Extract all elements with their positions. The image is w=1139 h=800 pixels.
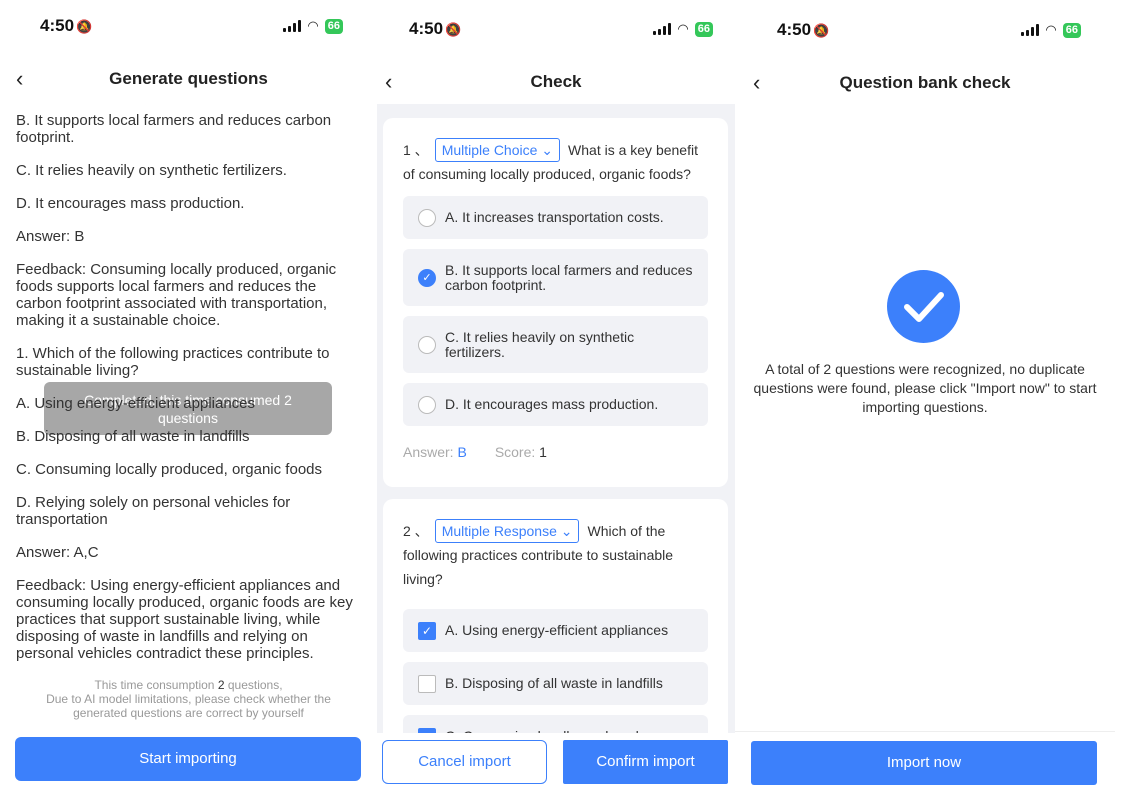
question-bank-check-screen: 4:50 🔕 ◠ 66 ‹ Question bank check A total … [735,0,1115,800]
text-line: B. It supports local farmers and reduces… [16,112,332,146]
text-line: C. It relies heavily on synthetic fertil… [16,162,287,179]
chevron-down-icon: ⌄ [560,523,573,539]
success-check-icon [887,270,960,343]
signal-icon [1021,24,1040,36]
status-bar: 4:50 🔕 ◠ 66 [377,19,735,43]
result-message: A total of 2 questions were recognized, … [753,361,1097,415]
page-title: Question bank check [839,73,1011,92]
nav-bar: ‹ Generate questions [0,62,377,96]
back-chevron-icon[interactable]: ‹ [16,62,23,96]
radio-icon[interactable] [418,208,436,227]
confirm-import-button[interactable]: Confirm import [563,740,728,784]
check-screen: 4:50 🔕 ◠ 66 ‹ Check 1 、 Multiple Choice ⌄ Wh… [377,0,735,800]
wifi-icon: ◠ [307,18,319,33]
question-type-select[interactable]: Multiple Choice ⌄ [434,138,561,162]
import-now-button[interactable]: Import now [751,741,1097,785]
status-bar: 4:50 🔕 ◠ 66 [0,16,377,40]
text-line: 1. Which of the following practices cont… [16,345,330,379]
option-b[interactable]: ✓ B. It supports local farmers and reduce… [403,249,708,306]
start-importing-button[interactable]: Start importing [15,737,361,781]
text-line: Feedback: Consuming locally produced, or… [16,261,337,329]
generate-questions-screen: 4:50 🔕 ◠ 66 ‹ Generate questions B. It sup… [0,0,377,800]
text-line: C. Consuming locally produced, organic f… [16,461,322,478]
wifi-icon: ◠ [1045,22,1057,37]
text-line: A. Using energy-efficient appliances [16,395,256,412]
clock: 4:50 [40,16,75,35]
question-card-1: 1 、 Multiple Choice ⌄ What is a key benefi… [383,118,728,487]
text-line: D. Relying solely on personal vehicles f… [16,494,291,528]
option-b[interactable]: B. Disposing of all waste in landfills [403,662,708,705]
radio-icon[interactable] [418,335,436,354]
battery-icon: 66 [324,18,343,34]
generated-text: B. It supports local farmers and reduces… [16,112,363,678]
option-a[interactable]: ✓ A. Using energy-efficient appliances [403,609,708,652]
bell-muted-icon: 🔕 [76,19,93,34]
signal-icon [283,20,302,32]
checkbox-icon[interactable] [418,674,436,693]
nav-bar: ‹ Question bank check [735,66,1115,100]
option-d[interactable]: D. It encourages mass production. [403,383,708,426]
back-chevron-icon[interactable]: ‹ [753,66,760,100]
battery-icon: 66 [1062,22,1081,38]
option-c[interactable]: C. It relies heavily on synthetic fertil… [403,316,708,373]
radio-icon[interactable] [418,395,436,414]
wifi-icon: ◠ [677,21,689,36]
question-type-select[interactable]: Multiple Response ⌄ [434,519,580,543]
option-a[interactable]: A. It increases transportation costs. [403,196,708,239]
radio-checked-icon[interactable]: ✓ [418,268,436,287]
answer-score: Answer: B Score: 1 [403,444,547,460]
cancel-import-button[interactable]: Cancel import [382,740,547,784]
text-line: Answer: A,C [16,544,99,561]
text-line: Answer: B [16,228,85,245]
nav-bar: ‹ Check [377,65,735,99]
consumption-note: This time consumption 2 questions, Due t… [46,678,331,720]
bell-muted-icon: 🔕 [813,23,830,38]
battery-icon: 66 [694,21,713,37]
back-chevron-icon[interactable]: ‹ [385,65,392,99]
text-line: Feedback: Using energy-efficient applian… [16,577,353,662]
text-line: B. Disposing of all waste in landfills [16,428,250,445]
chevron-down-icon: ⌄ [541,142,554,158]
page-title: Generate questions [109,69,268,88]
signal-icon [653,23,672,35]
page-title: Check [530,72,582,91]
bell-muted-icon: 🔕 [445,22,462,37]
checkbox-checked-icon[interactable]: ✓ [418,621,436,640]
status-bar: 4:50 🔕 ◠ 66 [735,20,1115,44]
footer: Cancel import Confirm import [377,733,735,800]
text-line: D. It encourages mass production. [16,195,245,212]
